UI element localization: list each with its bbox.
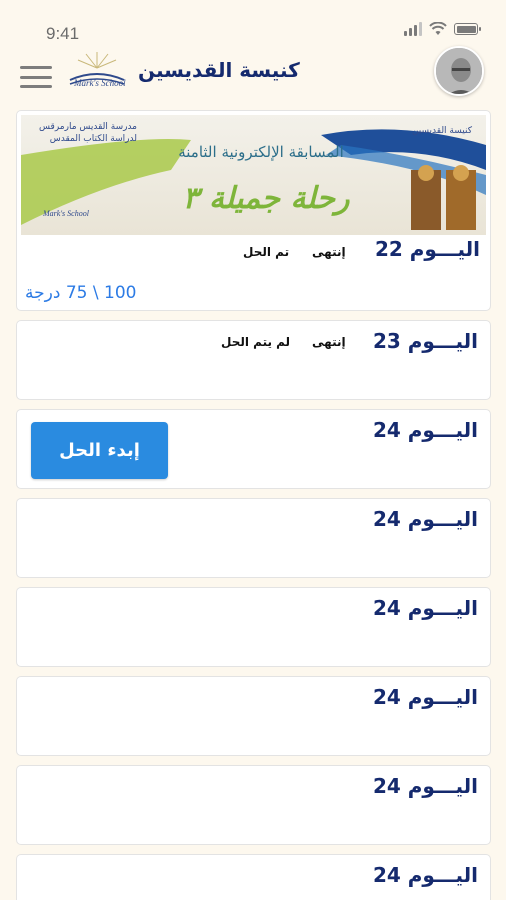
hamburger-menu-icon[interactable] bbox=[20, 66, 52, 88]
app-title: كنيسة القديسين bbox=[138, 58, 300, 82]
status-label: إنتهى bbox=[312, 335, 346, 349]
banner-subtitle: المسابقة الإلكترونية الثامنة bbox=[178, 143, 344, 161]
day-label: اليـــوم 24 bbox=[372, 863, 478, 887]
day-card[interactable]: اليـــوم 24 bbox=[16, 765, 491, 845]
day-label: اليـــوم 24 bbox=[372, 596, 478, 620]
wifi-icon bbox=[429, 22, 447, 35]
status-label: إنتهى bbox=[312, 245, 346, 259]
score-text: 100 \ 75 درجة bbox=[25, 283, 137, 303]
status-value: تم الحل bbox=[243, 245, 290, 259]
day-card-22[interactable]: اليـــوم 22 تم الحل إنتهى 100 \ 75 درجة bbox=[17, 235, 490, 310]
signal-icon bbox=[404, 22, 422, 36]
day-card[interactable]: اليـــوم 24 bbox=[16, 498, 491, 578]
status-time: 9:41 bbox=[46, 24, 80, 43]
day-label: اليـــوم 24 bbox=[372, 685, 478, 709]
day-label: اليـــوم 24 bbox=[372, 507, 478, 531]
competition-banner: مدرسة القديس مارمرقس لدراسة الكتاب المقد… bbox=[21, 115, 486, 235]
day-card[interactable]: اليـــوم 24 bbox=[16, 587, 491, 667]
banner-school-text: مدرسة القديس مارمرقس لدراسة الكتاب المقد… bbox=[39, 122, 137, 144]
day-card[interactable]: اليـــوم 24 bbox=[16, 676, 491, 756]
status-bar: 9:41 bbox=[0, 0, 506, 46]
banner-day-card: مدرسة القديس مارمرقس لدراسة الكتاب المقد… bbox=[16, 110, 491, 311]
day-label: اليـــوم 23 bbox=[372, 329, 478, 353]
day-card-24: اليـــوم 24 إبدء الحل bbox=[16, 409, 491, 489]
banner-title: رحلة جميلة ٣ bbox=[182, 181, 350, 216]
status-icons bbox=[404, 22, 481, 36]
app-header: Mark's School كنيسة القديسين bbox=[0, 46, 506, 106]
logo-text: Mark's School bbox=[74, 78, 126, 88]
battery-icon bbox=[454, 23, 481, 35]
status-value: لم يتم الحل bbox=[221, 335, 291, 349]
start-solving-button[interactable]: إبدء الحل bbox=[31, 422, 168, 479]
day-label: اليـــوم 24 bbox=[372, 418, 478, 442]
day-card[interactable]: اليـــوم 24 bbox=[16, 854, 491, 900]
banner-church-text: كنيسة القديسين bbox=[411, 126, 472, 136]
avatar-photo bbox=[436, 48, 482, 94]
user-avatar[interactable] bbox=[434, 46, 484, 96]
banner-logo-text: Mark's School bbox=[43, 209, 89, 218]
day-card-23[interactable]: اليـــوم 23 لم يتم الحل إنتهى bbox=[16, 320, 491, 400]
day-label: اليـــوم 24 bbox=[372, 774, 478, 798]
day-label: اليـــوم 22 bbox=[374, 237, 480, 261]
